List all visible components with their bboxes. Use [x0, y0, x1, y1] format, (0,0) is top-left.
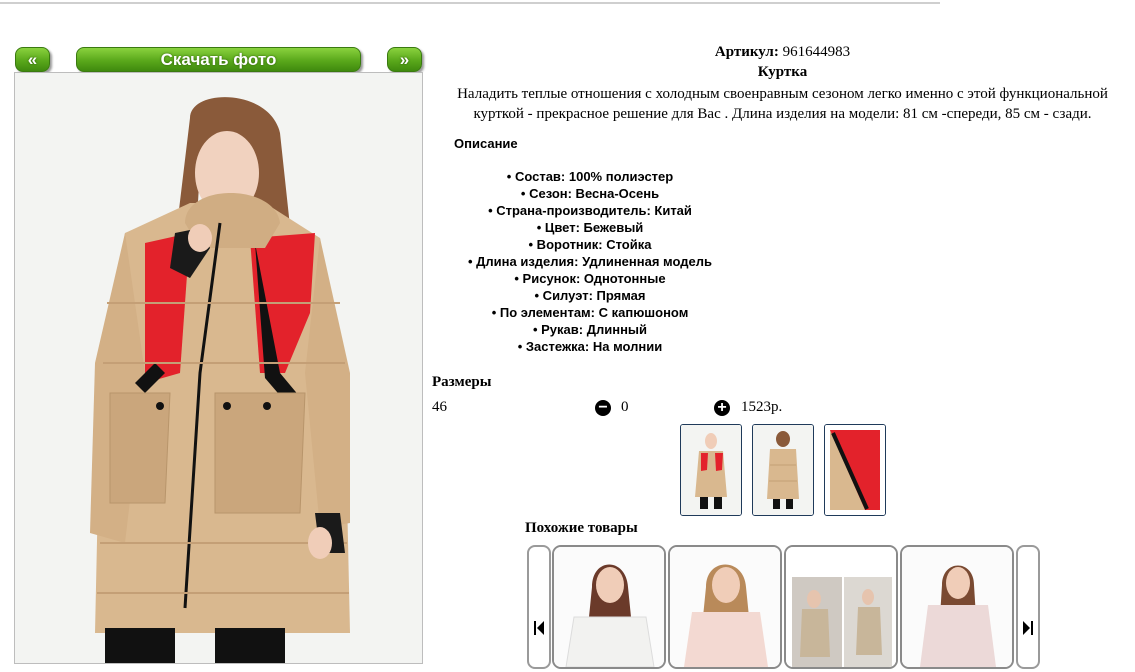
spec-item: • Застежка: На молнии — [517, 339, 663, 354]
similar-product-card[interactable] — [552, 545, 666, 669]
similar-product-image — [554, 547, 664, 667]
price-value: 1523р. — [741, 399, 783, 415]
description-heading: Описание — [454, 136, 518, 151]
spec-item: • Силуэт: Прямая — [534, 288, 646, 303]
similar-product-image — [902, 547, 1012, 667]
main-product-photo — [14, 72, 423, 664]
similar-next-button[interactable] — [1016, 545, 1040, 669]
spec-list: • Состав: 100% полиэстер • Сезон: Весна-… — [430, 168, 750, 355]
spec-item: • Состав: 100% полиэстер — [506, 169, 674, 184]
minus-circle-icon[interactable]: − — [595, 400, 611, 416]
thumbnail-back[interactable] — [752, 424, 814, 516]
spec-item: • По элементам: С капюшоном — [491, 305, 689, 320]
spec-item: • Рисунок: Однотонные — [514, 271, 666, 286]
spec-item: • Сезон: Весна-Осень — [520, 186, 660, 201]
similar-product-card[interactable] — [900, 545, 1014, 669]
thumbnail-back-image — [753, 425, 813, 515]
article-line: Артикул: 961644983 — [430, 44, 1135, 61]
article-number: 961644983 — [782, 44, 851, 60]
size-value: 46 — [432, 399, 447, 415]
article-label: Артикул: — [714, 44, 779, 60]
spec-item: • Страна-производитель: Китай — [488, 203, 692, 218]
thumbnail-front-image — [681, 425, 741, 515]
skip-forward-icon — [1023, 621, 1033, 635]
spec-item: • Цвет: Бежевый — [536, 220, 644, 235]
similar-product-image — [670, 547, 780, 667]
similar-prev-button[interactable] — [527, 545, 551, 669]
top-divider — [0, 2, 940, 4]
download-photo-button[interactable]: Скачать фото — [76, 47, 361, 72]
thumbnail-detail-image — [825, 425, 885, 515]
next-photo-button[interactable]: » — [387, 47, 422, 72]
spec-item: • Рукав: Длинный — [532, 322, 648, 337]
thumbnail-detail[interactable] — [824, 424, 886, 516]
thumbnail-front[interactable] — [680, 424, 742, 516]
similar-product-image — [786, 547, 896, 667]
product-description: Наладить теплые отношения с холодным сво… — [457, 86, 1108, 122]
spec-item: • Длина изделия: Удлиненная модель — [467, 254, 712, 269]
skip-back-icon — [534, 621, 544, 635]
product-name: Куртка — [757, 64, 808, 80]
sizes-heading: Размеры — [432, 374, 492, 390]
prev-photo-button[interactable]: « — [15, 47, 50, 72]
plus-circle-icon[interactable]: + — [714, 400, 730, 416]
similar-product-card[interactable] — [668, 545, 782, 669]
spec-item: • Воротник: Стойка — [528, 237, 652, 252]
similar-products-heading: Похожие товары — [525, 520, 638, 536]
quantity-value: 0 — [621, 399, 629, 415]
similar-product-card[interactable] — [784, 545, 898, 669]
size-row: 46 − 0 + 1523р. — [432, 399, 852, 419]
model-in-jacket-image — [15, 73, 422, 663]
